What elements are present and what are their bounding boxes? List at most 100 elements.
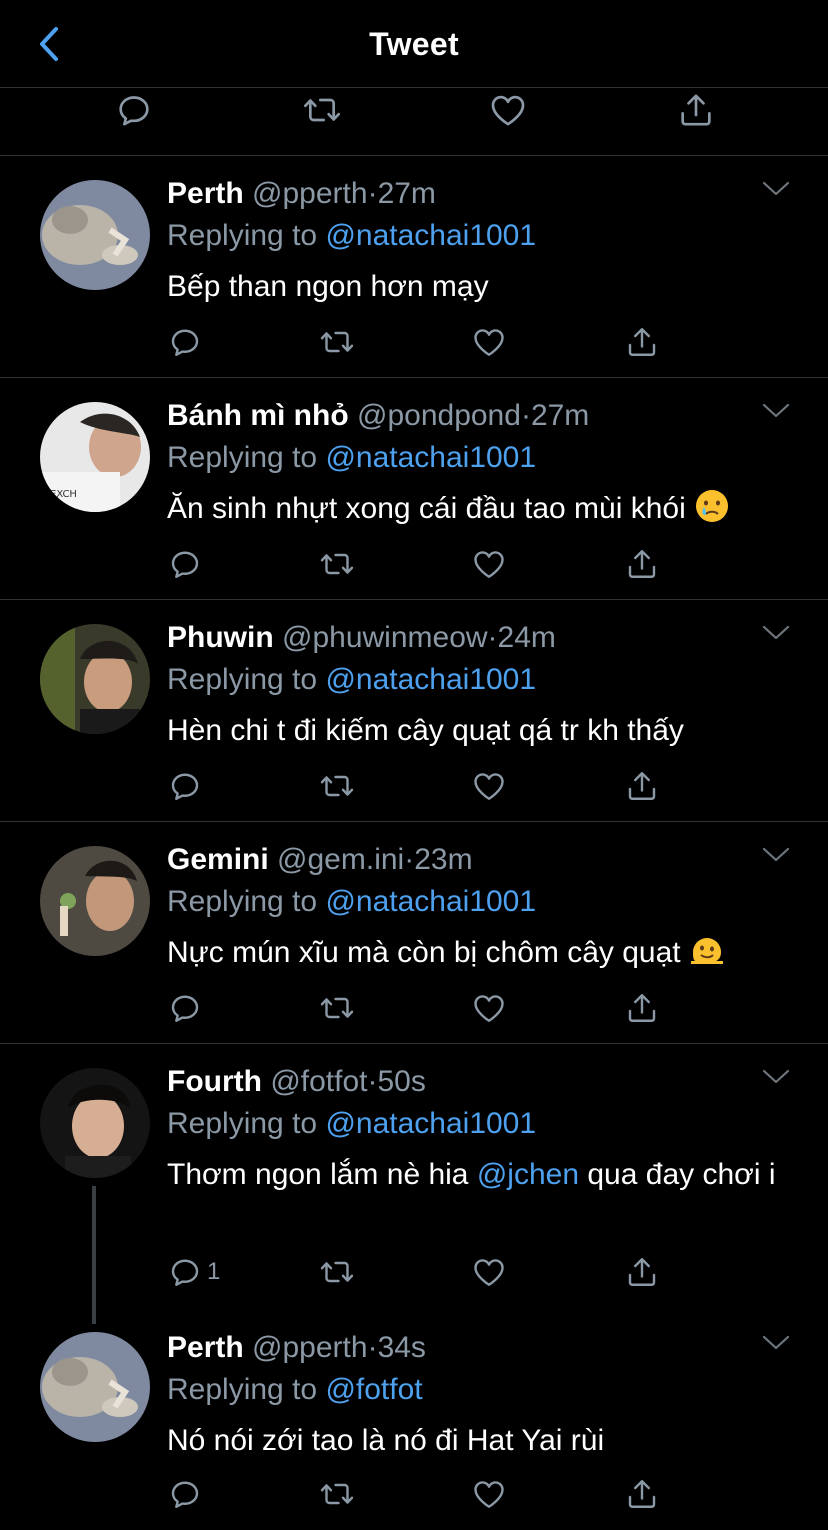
like-button[interactable]: [471, 988, 507, 1028]
retweet-button[interactable]: [319, 322, 355, 362]
replying-mention[interactable]: @natachai1001: [325, 441, 536, 474]
like-button[interactable]: [471, 1474, 507, 1514]
display-name[interactable]: Gemini: [167, 843, 269, 876]
tweet-text: Thơm ngon lắm nè hia: [167, 1158, 469, 1191]
chevron-down-icon[interactable]: [760, 1066, 792, 1088]
replying-to: Replying to @natachai1001: [167, 440, 536, 476]
reply-tweet[interactable]: EXCH Bánh mì nhỏ @pondpond·27m Replying …: [0, 378, 828, 600]
share-button[interactable]: [624, 544, 660, 584]
replying-mention[interactable]: @natachai1001: [325, 663, 536, 696]
tweet-header: Perth @pperth·34s: [167, 1330, 426, 1366]
tweet-actions: [167, 322, 687, 362]
tweet-actions: 1: [167, 1252, 687, 1292]
display-name[interactable]: Perth: [167, 1331, 244, 1364]
reply-button[interactable]: [167, 544, 203, 584]
reply-tweet[interactable]: Fourth @fotfot·50s Replying to @natachai…: [0, 1044, 828, 1310]
avatar[interactable]: [40, 624, 150, 734]
retweet-icon[interactable]: [302, 90, 342, 130]
reply-icon[interactable]: [114, 90, 154, 130]
retweet-button[interactable]: [319, 988, 355, 1028]
replying-prefix: Replying to: [167, 441, 318, 474]
timestamp[interactable]: 27m: [378, 177, 436, 210]
replying-mention[interactable]: @natachai1001: [325, 885, 536, 918]
share-icon[interactable]: [676, 90, 716, 130]
display-name[interactable]: Phuwin: [167, 621, 274, 654]
avatar[interactable]: [40, 846, 150, 956]
replying-prefix: Replying to: [167, 885, 318, 918]
separator-dot: ·: [404, 843, 415, 876]
like-icon[interactable]: [488, 90, 528, 130]
display-name[interactable]: Bánh mì nhỏ: [167, 399, 349, 432]
chevron-down-icon[interactable]: [760, 844, 792, 866]
tweet-actions: [167, 1474, 687, 1514]
retweet-icon: [319, 324, 355, 360]
retweet-button[interactable]: [319, 766, 355, 806]
like-button[interactable]: [471, 1252, 507, 1292]
replying-mention[interactable]: @natachai1001: [325, 1107, 536, 1140]
reply-button[interactable]: [167, 766, 203, 806]
retweet-icon: [319, 546, 355, 582]
share-button[interactable]: [624, 766, 660, 806]
chevron-down-icon[interactable]: [760, 400, 792, 422]
reply-tweet[interactable]: Perth @pperth·27m Replying to @natachai1…: [0, 156, 828, 378]
retweet-button[interactable]: [319, 544, 355, 584]
user-handle[interactable]: @gem.ini: [277, 843, 404, 876]
user-handle[interactable]: @phuwinmeow: [282, 621, 488, 654]
tweet-text: Nó nói zới tao là nó đi Hat Yai rùi: [167, 1424, 605, 1457]
timestamp[interactable]: 27m: [531, 399, 589, 432]
avatar[interactable]: [40, 1068, 150, 1178]
page-title: Tweet: [369, 26, 459, 62]
reply-button[interactable]: [167, 988, 203, 1028]
timestamp[interactable]: 50s: [377, 1065, 425, 1098]
reply-tweet[interactable]: Perth @pperth·34s Replying to @fotfot Nó…: [0, 1310, 828, 1530]
separator-dot: ·: [487, 621, 498, 654]
share-button[interactable]: [624, 988, 660, 1028]
retweet-icon: [319, 990, 355, 1026]
tweet-body: Nực mún xĩu mà còn bị chôm cây quạt: [167, 932, 787, 974]
retweet-button[interactable]: [319, 1252, 355, 1292]
user-handle[interactable]: @pperth: [252, 177, 368, 210]
tweet-actions: [167, 988, 687, 1028]
share-icon: [624, 768, 660, 804]
display-name[interactable]: Perth: [167, 177, 244, 210]
like-button[interactable]: [471, 322, 507, 362]
like-button[interactable]: [471, 544, 507, 584]
share-icon: [624, 1254, 660, 1290]
user-handle[interactable]: @fotfot: [270, 1065, 367, 1098]
separator-dot: ·: [367, 177, 378, 210]
reply-count: 1: [207, 1258, 221, 1285]
tweet-actions: [167, 766, 687, 806]
timestamp[interactable]: 23m: [414, 843, 472, 876]
replying-mention[interactable]: @fotfot: [325, 1373, 422, 1406]
retweet-button[interactable]: [319, 1474, 355, 1514]
avatar[interactable]: [40, 1332, 150, 1442]
avatar[interactable]: [40, 180, 150, 290]
like-button[interactable]: [471, 766, 507, 806]
share-button[interactable]: [624, 1474, 660, 1514]
inline-mention[interactable]: @jchen: [477, 1158, 579, 1191]
tweet-header: Gemini @gem.ini·23m: [167, 842, 473, 878]
like-icon: [471, 546, 507, 582]
share-button[interactable]: [624, 1252, 660, 1292]
reply-button[interactable]: [167, 1474, 203, 1514]
reply-tweet[interactable]: Gemini @gem.ini·23m Replying to @natacha…: [0, 822, 828, 1044]
thread-connector-line: [92, 1186, 96, 1324]
user-handle[interactable]: @pperth: [252, 1331, 368, 1364]
user-handle[interactable]: @pondpond: [357, 399, 521, 432]
reply-button[interactable]: [167, 322, 203, 362]
like-icon: [471, 324, 507, 360]
timestamp[interactable]: 34s: [378, 1331, 426, 1364]
replying-mention[interactable]: @natachai1001: [325, 219, 536, 252]
crying-face-emoji: [696, 490, 729, 522]
reply-tweet[interactable]: Phuwin @phuwinmeow·24m Replying to @nata…: [0, 600, 828, 822]
chevron-down-icon[interactable]: [760, 622, 792, 644]
timestamp[interactable]: 24m: [498, 621, 556, 654]
display-name[interactable]: Fourth: [167, 1065, 262, 1098]
chevron-down-icon[interactable]: [760, 1332, 792, 1354]
reply-icon: [167, 1254, 203, 1290]
avatar[interactable]: EXCH: [40, 402, 150, 512]
chevron-down-icon[interactable]: [760, 178, 792, 200]
reply-button[interactable]: 1: [167, 1252, 220, 1292]
share-icon: [624, 1476, 660, 1512]
share-button[interactable]: [624, 322, 660, 362]
